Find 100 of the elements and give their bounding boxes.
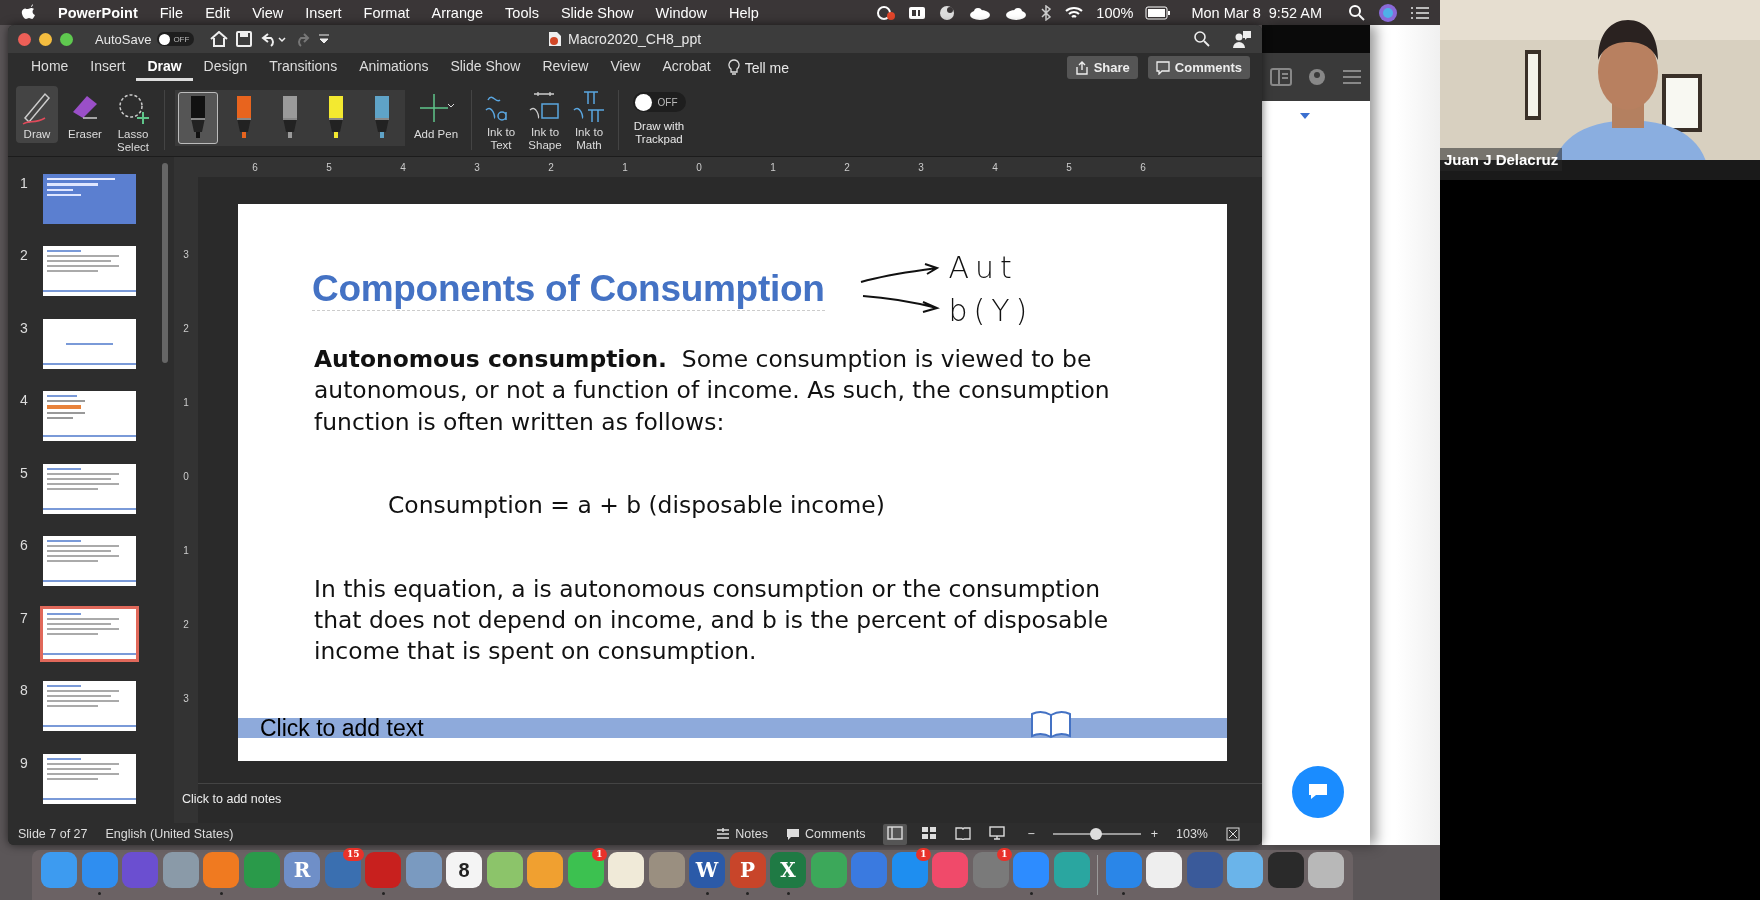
slide-thumbnail[interactable] [40,605,139,662]
dock-app-icon[interactable] [608,852,644,888]
running-indicator [1122,892,1125,895]
menu-item[interactable]: Slide Show [560,4,634,21]
running-indicator [381,892,385,895]
running-indicator [98,892,101,895]
menu-clock[interactable]: Mon Mar 8 9:52 AM [1191,4,1322,21]
ribbon-tab[interactable]: Insert [79,54,137,81]
dock-app-icon[interactable]: P [729,852,766,888]
home-icon[interactable] [210,31,229,47]
dock-app-icon[interactable] [1267,852,1304,888]
ribbon-tab[interactable]: Design [192,54,259,81]
search-icon[interactable] [1194,31,1210,47]
window-control-button[interactable] [39,32,52,46]
app-menu[interactable]: PowerPoint [58,4,138,21]
slide-number: 8 [19,681,29,699]
dock-app-icon[interactable] [527,852,563,888]
window-control-button[interactable] [18,32,31,46]
window-title: Macro2020_CH8_ppt [568,31,702,47]
status-icon[interactable] [938,3,957,22]
menu-item[interactable]: Edit [205,4,231,21]
comments-button[interactable]: Comments [1147,56,1250,79]
normal-view-icon [887,825,904,840]
menu-item[interactable]: View [252,4,284,21]
list-icon[interactable] [1410,4,1430,21]
footer-placeholder[interactable]: Click to add text [238,714,424,742]
status-icon[interactable] [876,4,897,21]
slide-number: 9 [19,753,29,771]
ribbon-tab[interactable]: Animations [348,54,440,81]
cloud-icon[interactable] [968,5,993,20]
ribbon-tab[interactable]: Home [20,54,80,81]
panel-icon[interactable] [1269,68,1292,86]
participant-name: Juan J Delacruz [1440,148,1563,171]
search-icon[interactable] [1348,3,1366,22]
save-icon[interactable] [236,31,253,47]
apple-icon[interactable] [20,3,36,22]
notes-button[interactable]: Notes [716,827,768,841]
file-icon [548,31,562,47]
share-button[interactable]: Share [1066,56,1138,79]
ribbon-tab[interactable]: Acrobat [651,54,722,81]
siri-icon[interactable] [1378,2,1398,23]
account-icon[interactable] [1307,67,1327,87]
dock-app-icon[interactable] [486,852,523,888]
draw-tool-button[interactable]: Lasso Select [112,86,154,156]
menu-item[interactable]: Help [729,4,759,21]
dock-app-icon[interactable] [1308,852,1344,888]
battery-icon[interactable] [1145,5,1172,20]
draw-tool-button[interactable]: Draw [16,86,58,143]
add-pen-button[interactable]: Add Pen [411,86,461,143]
dock-app-icon[interactable]: X [770,852,806,888]
ribbon-tab[interactable]: Draw [136,54,193,81]
dock-app-icon[interactable] [1146,852,1182,888]
slide-counter: Slide 7 of 27 [18,827,88,841]
wifi-icon[interactable] [1064,4,1085,21]
ruler-label: 6 [251,161,259,173]
notes-placeholder[interactable]: Click to add notes [182,792,282,806]
menu-item[interactable]: Insert [305,4,342,21]
scrollbar[interactable] [162,163,168,363]
bluetooth-icon[interactable] [1040,4,1053,21]
zoom-percent: 103% [1176,827,1208,841]
undo-icon[interactable] [260,31,287,47]
ribbon-tab[interactable]: Slide Show [439,54,532,81]
caret-icon[interactable] [1298,111,1312,121]
slide-number: 2 [19,246,29,264]
dock-app-icon[interactable]: 8 [446,852,482,888]
comments-button[interactable]: Comments [785,827,866,841]
dock-app-icon[interactable] [1227,852,1263,888]
slide-paragraph: Autonomous consumption. Some consumption is viewed to be autonomous, or not a function of income. As such, the consumption function is often written as follows: [313,344,1111,438]
share-icon [1074,60,1089,75]
ribbon-tab[interactable]: Transitions [258,54,349,81]
language-label[interactable]: English (United States) [105,827,234,841]
trackpad-toggle[interactable]: OFF [632,92,686,112]
zoom-out-button[interactable]: − [1027,827,1035,841]
ribbon-tab[interactable]: View [599,54,652,81]
ink-annotation: b(Y) [948,293,1034,328]
menu-item[interactable]: Arrange [431,4,484,21]
menu-item[interactable]: File [159,4,184,21]
share-person-icon[interactable] [1232,30,1252,48]
menu-icon[interactable] [1342,69,1363,85]
menu-item[interactable]: Window [655,4,708,21]
window-control-button[interactable] [60,32,73,46]
cloud-icon[interactable] [1004,5,1029,20]
status-icon[interactable] [908,5,927,20]
slide-thumbnail[interactable] [40,171,139,227]
ink-button[interactable]: Ink to Math [570,86,608,154]
view-button[interactable] [883,823,908,845]
pen-button[interactable] [178,92,218,144]
ribbon-tab[interactable]: Review [531,54,600,81]
ink-button[interactable]: Ink to Text [482,86,520,154]
customize-icon[interactable] [318,33,331,45]
autosave-toggle[interactable]: OFF [157,32,195,46]
menu-item[interactable]: Tools [505,4,539,21]
draw-tool-button[interactable]: Eraser [64,86,106,143]
dock-app-icon[interactable]: W [689,852,725,888]
slide-number: 3 [19,318,29,336]
zoom-in-button[interactable]: + [1150,827,1158,841]
fit-slide-icon[interactable] [1226,827,1240,841]
menu-item[interactable]: Format [363,4,410,21]
tell-me-field[interactable]: Tell me [744,59,790,76]
ink-button[interactable]: Ink to Shape [526,86,564,154]
